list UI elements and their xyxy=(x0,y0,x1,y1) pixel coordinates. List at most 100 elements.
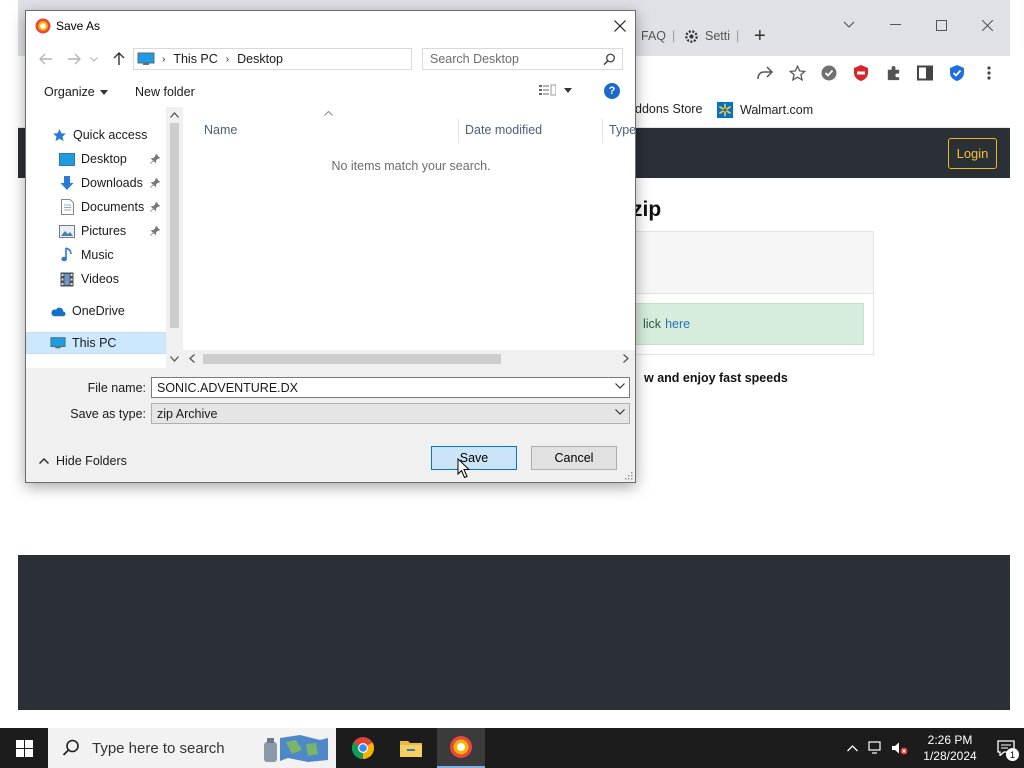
plus-icon: + xyxy=(754,24,766,47)
download-card: lick here xyxy=(625,231,874,355)
up-button[interactable] xyxy=(110,50,128,68)
breadcrumb-this-pc[interactable]: This PC xyxy=(173,52,217,66)
save-button[interactable]: Save xyxy=(431,446,517,470)
arrow-left-icon xyxy=(39,53,52,65)
forward-button[interactable] xyxy=(65,50,83,68)
file-name-dropdown-button[interactable] xyxy=(615,383,625,389)
breadcrumb-desktop[interactable]: Desktop xyxy=(237,52,283,66)
tab-search-button[interactable] xyxy=(826,8,872,42)
side-panel-button[interactable] xyxy=(914,62,936,84)
taskbar-chrome[interactable] xyxy=(339,728,387,768)
side-panel-icon xyxy=(917,65,933,81)
organize-button[interactable]: Organize xyxy=(44,85,108,99)
tab-settings[interactable]: Setti | xyxy=(684,22,739,50)
column-separator xyxy=(458,119,459,143)
save-as-type-select[interactable]: zip Archive xyxy=(151,403,630,424)
scroll-up-arrow-icon xyxy=(170,112,179,118)
file-list-scrollbar[interactable] xyxy=(183,350,635,368)
chevron-down-icon xyxy=(843,21,855,28)
new-tab-button[interactable]: + xyxy=(754,22,766,50)
downloads-icon xyxy=(59,175,75,191)
network-button[interactable] xyxy=(864,728,888,768)
toolbar-icons xyxy=(754,62,1000,84)
tab-divider: | xyxy=(672,29,676,43)
resize-grip-icon[interactable] xyxy=(624,471,633,480)
chevron-down-icon xyxy=(615,383,625,389)
volume-muted-icon xyxy=(892,742,908,755)
taskbar-search-box[interactable]: Type here to search xyxy=(48,728,336,768)
maximize-button[interactable] xyxy=(918,8,964,42)
extensions-button[interactable] xyxy=(882,62,904,84)
chevron-up-icon xyxy=(846,744,858,751)
vpn-extension-button[interactable] xyxy=(946,62,968,84)
download-here-link[interactable]: here xyxy=(665,317,690,331)
nav-item-label: Quick access xyxy=(73,128,148,142)
dialog-close-button[interactable] xyxy=(609,15,631,37)
browser-close-button[interactable] xyxy=(964,8,1010,42)
maximize-icon xyxy=(935,19,947,31)
change-view-button[interactable] xyxy=(539,84,572,97)
nav-scroll-thumb[interactable] xyxy=(170,123,179,328)
adblock-extension-button[interactable] xyxy=(850,62,872,84)
column-header-date-modified[interactable]: Date modified xyxy=(465,123,542,137)
bookmark-star-button[interactable] xyxy=(786,62,808,84)
bookmark-label: Walmart.com xyxy=(740,103,814,117)
badge-extension-icon xyxy=(821,65,837,81)
share-button[interactable] xyxy=(754,62,776,84)
column-header-type[interactable]: Type xyxy=(609,123,636,137)
system-clock[interactable]: 2:26 PM 1/28/2024 xyxy=(912,732,988,764)
chevron-down-icon xyxy=(615,409,625,415)
app-icon xyxy=(35,18,51,34)
help-button[interactable]: ? xyxy=(604,83,620,99)
hide-folders-label: Hide Folders xyxy=(56,454,127,468)
computer-icon xyxy=(137,52,155,66)
puzzle-icon xyxy=(887,65,899,80)
hide-folders-button[interactable]: Hide Folders xyxy=(39,454,127,468)
nav-item-label: Music xyxy=(81,248,114,262)
window-controls xyxy=(826,8,1010,42)
arrow-up-icon xyxy=(113,52,125,65)
file-name-input[interactable]: SONIC.ADVENTURE.DX xyxy=(151,377,630,398)
kebab-menu-icon xyxy=(987,66,991,80)
computer-icon xyxy=(50,335,66,351)
notification-center-button[interactable]: 1 xyxy=(988,728,1024,768)
shield-extension-icon xyxy=(854,65,868,81)
login-button[interactable]: Login xyxy=(948,138,997,169)
cancel-button[interactable]: Cancel xyxy=(531,446,617,470)
nav-pane-scrollbar[interactable] xyxy=(166,107,183,368)
search-desktop-input[interactable]: Search Desktop xyxy=(422,48,623,70)
chevron-right-icon: › xyxy=(162,53,166,65)
tab-faq[interactable]: FAQ | xyxy=(641,22,675,50)
file-name-value: SONIC.ADVENTURE.DX xyxy=(157,380,298,395)
bookmark-addons-store[interactable]: ddons Store xyxy=(635,102,702,116)
extension-button[interactable] xyxy=(818,62,840,84)
address-bar[interactable]: › This PC › Desktop xyxy=(133,48,514,70)
new-folder-button[interactable]: New folder xyxy=(135,85,195,99)
show-hidden-icons-button[interactable] xyxy=(840,728,864,768)
dialog-title-bar: Save As xyxy=(26,11,635,41)
file-list-scroll-thumb[interactable] xyxy=(203,354,501,364)
save-as-type-dropdown-button[interactable] xyxy=(615,409,625,415)
file-name-label: File name: xyxy=(87,381,146,395)
column-header-name[interactable]: Name xyxy=(204,123,237,137)
back-button[interactable] xyxy=(37,50,55,68)
star-icon xyxy=(51,127,67,143)
organize-label: Organize xyxy=(44,85,95,99)
notification-count-badge: 1 xyxy=(1006,748,1019,761)
minimize-button[interactable] xyxy=(872,8,918,42)
browser-menu-button[interactable] xyxy=(978,62,1000,84)
start-button[interactable] xyxy=(0,728,48,768)
network-icon xyxy=(868,741,881,754)
caret-down-icon xyxy=(99,89,108,95)
bookmark-walmart[interactable]: Walmart.com xyxy=(717,102,813,118)
volume-button[interactable] xyxy=(888,728,912,768)
taskbar-file-explorer[interactable] xyxy=(387,728,435,768)
taskbar-browser-active[interactable] xyxy=(437,728,485,768)
download-alert: lick here xyxy=(634,303,864,345)
taskbar: Type here to search 2:26 PM 1/28/2024 1 xyxy=(0,728,1024,768)
minimize-icon xyxy=(889,24,901,25)
column-separator xyxy=(602,119,603,143)
file-list-pane: Name Date modified Type No items match y… xyxy=(183,107,636,368)
nav-item-label: This PC xyxy=(72,336,117,350)
recent-locations-button[interactable] xyxy=(89,50,99,68)
